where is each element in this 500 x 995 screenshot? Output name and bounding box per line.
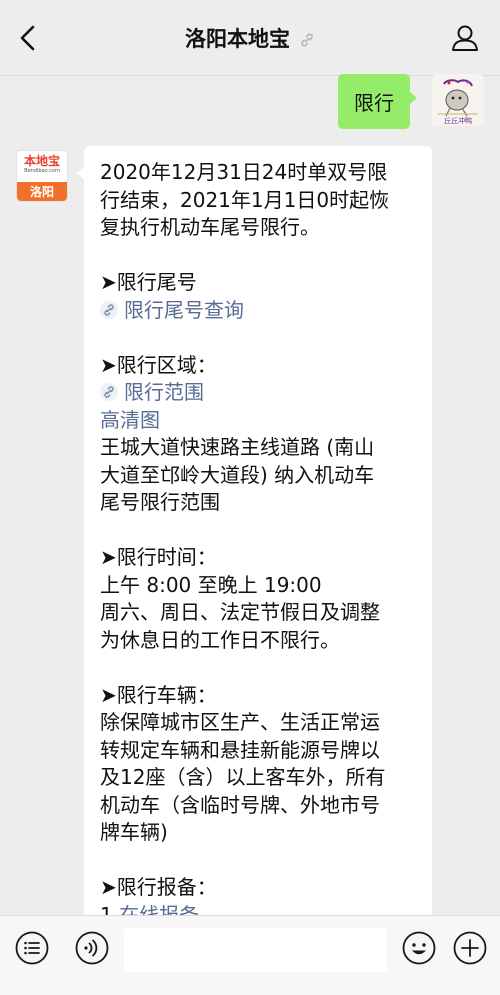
- restriction-area-heading: ➤限行区域：: [100, 352, 217, 377]
- reply-message-bubble: 2020年12月31日24时单双号限 行结束，2021年1月1日0时起恢 复执行…: [84, 146, 432, 936]
- sent-message-row: 限行 丘丘冲鸭: [184, 74, 484, 129]
- verified-link-icon: [299, 32, 315, 52]
- vehicles-detail-line: 及12座（含）以上客车外，所有: [100, 765, 386, 789]
- title-wrap: 洛阳本地宝: [0, 23, 500, 53]
- restriction-area-text: 限行范围: [124, 380, 204, 404]
- vehicles-detail-line: 机动车（含临时号牌、外地市号: [100, 792, 380, 817]
- intro-line: 行结束，2021年1月1日0时起恢: [100, 187, 390, 212]
- time-detail-line: 周六、周日、法定节假日及调整: [100, 600, 380, 624]
- hd-map-link[interactable]: 高清图: [100, 407, 416, 435]
- avatar-logo-top: 本地宝 Bendibao.com: [17, 151, 67, 182]
- voice-icon: [75, 931, 109, 965]
- plate-number-heading: ➤限行尾号: [100, 270, 197, 294]
- time-detail-line: 为休息日的工作日不限行。: [100, 627, 340, 652]
- add-button[interactable]: [452, 930, 488, 966]
- user-avatar[interactable]: 丘丘冲鸭: [432, 74, 484, 126]
- profile-button[interactable]: [450, 22, 480, 54]
- avatar-sub-text: Bendibao.com: [24, 168, 60, 174]
- restriction-time-heading: ➤限行时间：: [100, 545, 217, 569]
- chain-link-icon: [100, 300, 118, 319]
- plate-number-query-link[interactable]: 限行尾号查询: [100, 297, 416, 325]
- vehicles-detail-line: 牌车辆): [100, 820, 168, 844]
- chat-header: 洛阳本地宝: [0, 0, 500, 76]
- sent-message-bubble[interactable]: 限行: [338, 74, 417, 129]
- list-menu-icon: [15, 931, 49, 965]
- menu-button[interactable]: [14, 930, 50, 966]
- vehicles-detail-line: 除保障城市区生产、生活正常运: [100, 710, 380, 734]
- voice-button[interactable]: [74, 930, 110, 966]
- svg-text:丘丘冲鸭: 丘丘冲鸭: [444, 116, 472, 125]
- official-account-avatar[interactable]: 本地宝 Bendibao.com 洛阳: [16, 150, 68, 202]
- vehicles-detail-line: 转规定车辆和悬挂新能源号牌以: [100, 737, 380, 762]
- plus-icon: [453, 931, 487, 965]
- emoji-button[interactable]: [401, 930, 437, 966]
- emoji-icon: [402, 931, 436, 965]
- message-input[interactable]: [124, 928, 387, 972]
- area-detail-line: 尾号限行范围: [100, 490, 220, 514]
- time-detail-line: 上午 8:00 至晚上 19:00: [100, 572, 322, 597]
- intro-line: 2020年12月31日24时单双号限: [100, 160, 388, 184]
- area-detail-line: 大道至邙岭大道段) 纳入机动车: [100, 462, 375, 487]
- registration-heading: ➤限行报备：: [100, 875, 217, 899]
- avatar-brand-text: 本地宝: [23, 154, 60, 168]
- intro-line: 复执行机动车尾号限行。: [100, 215, 320, 239]
- plate-number-query-text: 限行尾号查询: [124, 297, 244, 322]
- area-detail-line: 王城大道快速路主线道路 (南山: [100, 435, 375, 459]
- chain-link-icon: [100, 383, 118, 401]
- restricted-vehicles-heading: ➤限行车辆：: [100, 682, 217, 707]
- chat-title: 洛阳本地宝: [184, 27, 290, 51]
- restriction-area-link[interactable]: 限行范围: [100, 379, 416, 407]
- person-icon: [452, 25, 478, 51]
- avatar-city-text: 洛阳: [17, 182, 67, 201]
- cartoon-avatar-image: 丘丘冲鸭: [432, 74, 484, 126]
- input-bar: [0, 915, 500, 995]
